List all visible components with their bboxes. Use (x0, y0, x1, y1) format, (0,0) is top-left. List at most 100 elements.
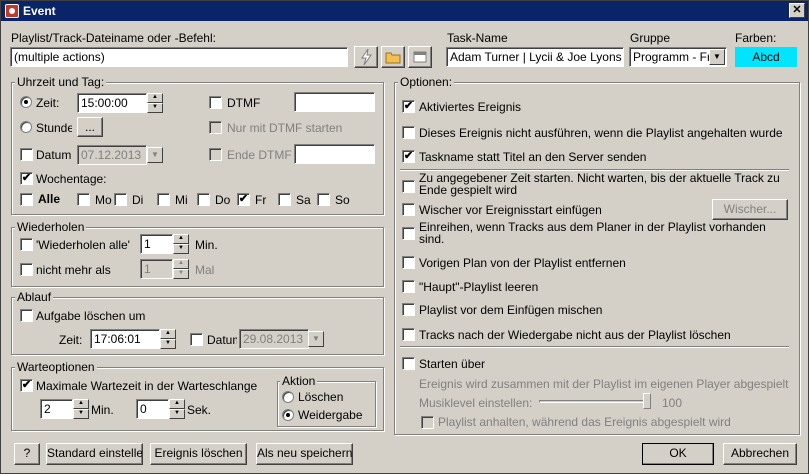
wochentage-label: Wochentage: (36, 172, 107, 186)
option-label: Aktiviertes Ereignis (419, 100, 522, 114)
ablauf-zeit-spinner[interactable]: ▲ ▼ (160, 329, 176, 349)
weekday-label: So (335, 193, 350, 207)
help-button[interactable]: ? (14, 443, 40, 465)
nur-dtmf-label: Nur mit DTMF starten (227, 121, 343, 135)
nicht-mehr-spinner[interactable]: ▲ ▼ (173, 259, 189, 279)
warte-min-spinner[interactable]: ▲ ▼ (73, 399, 89, 419)
weekday-label: Sa (296, 193, 311, 207)
ende-dtmf-checkbox[interactable] (209, 148, 222, 161)
ende-dtmf-input[interactable] (294, 144, 375, 164)
color-swatch[interactable]: Abcd (735, 47, 797, 67)
option-checkbox[interactable] (402, 256, 415, 269)
maximale-wartezeit-checkbox[interactable]: ✔ (20, 379, 33, 392)
ablauf-datum-input[interactable]: 29.08.2013 (239, 329, 309, 349)
zeit-radio[interactable] (20, 96, 32, 108)
ablauf-datum-label: Datum (207, 333, 237, 347)
warte-sek-unit: Sek. (187, 403, 212, 417)
nur-dtmf-checkbox[interactable] (209, 121, 222, 134)
playlist-anhalten-label: Playlist anhalten, während das Ereignis … (438, 415, 731, 429)
loeschen-radio[interactable] (282, 391, 294, 403)
starten-ueber-label: Starten über (419, 357, 486, 371)
musiklevel-label: Musiklevel einstellen: (419, 396, 533, 410)
musiklevel-slider-thumb[interactable] (643, 393, 651, 409)
playlist-anhalten-checkbox[interactable] (421, 416, 434, 429)
weekday-checkbox-sa[interactable] (278, 193, 291, 206)
option-label: Vorigen Plan von der Playlist entfernen (419, 256, 626, 270)
optionen-legend: Optionen: (398, 75, 455, 89)
calendar-dropdown-icon[interactable]: ▼ (147, 147, 163, 163)
datum-checkbox[interactable] (20, 148, 33, 161)
weekday-checkbox-mi[interactable] (157, 193, 170, 206)
wiederholen-alle-unit: Min. (195, 238, 218, 252)
option-checkbox[interactable] (402, 126, 415, 139)
chevron-down-icon[interactable]: ▼ (709, 49, 725, 65)
abbrechen-button[interactable]: Abbrechen (723, 443, 797, 465)
starten-ueber-checkbox[interactable] (402, 357, 415, 370)
standard-einstellen-button[interactable]: Standard einstellen (46, 443, 143, 465)
zu-angegebener-zeit-checkbox[interactable] (402, 180, 415, 193)
warte-min-input[interactable]: 2 (40, 399, 73, 419)
nicht-mehr-input[interactable]: 1 (140, 259, 173, 279)
wiederholen-alle-input[interactable]: 1 (140, 234, 173, 254)
browse-button[interactable] (381, 46, 405, 68)
uhrzeit-legend: Uhrzeit und Tag: (15, 75, 107, 89)
nicht-mehr-label: nicht mehr als (36, 263, 111, 277)
datum-input[interactable]: 07.12.2013 (77, 145, 147, 165)
als-neu-speichern-button[interactable]: Als neu speichern (256, 443, 353, 465)
ablauf-zeit-input[interactable]: 17:06:01 (90, 329, 160, 349)
window-button[interactable] (408, 46, 432, 68)
zeit-label: Zeit: (36, 96, 60, 110)
ok-button[interactable]: OK (642, 443, 714, 465)
option-checkbox[interactable] (402, 328, 415, 341)
calendar-dropdown-icon[interactable]: ▼ (308, 331, 324, 347)
warte-sek-spinner[interactable]: ▲ ▼ (169, 399, 185, 419)
loeschen-label: Löschen (298, 390, 344, 404)
option-checkbox[interactable] (402, 280, 415, 293)
ereignis-loeschen-button[interactable]: Ereignis löschen (150, 443, 247, 465)
warte-sek-input[interactable]: 0 (136, 399, 169, 419)
ablauf-legend: Ablauf (15, 290, 54, 304)
folder-icon (385, 52, 401, 64)
alle-label: Alle (38, 192, 61, 206)
zeit-input[interactable]: 15:00:00 (77, 93, 147, 113)
wischer-checkbox[interactable] (402, 203, 415, 216)
weekday-checkbox-fr[interactable]: ✔ (237, 193, 250, 206)
aufgabe-loeschen-checkbox[interactable] (20, 309, 33, 322)
dtmf-input[interactable] (294, 92, 375, 112)
zeit-spinner[interactable]: ▲ ▼ (147, 93, 163, 113)
wiederholen-alle-spinner[interactable]: ▲ ▼ (173, 234, 189, 254)
weekday-label: Di (132, 193, 144, 207)
stunde-button[interactable]: ... (77, 117, 103, 137)
einreihen-checkbox[interactable] (402, 227, 415, 240)
option-checkbox[interactable]: ✔ (402, 150, 415, 163)
weekday-checkbox-so[interactable] (317, 193, 330, 206)
dtmf-checkbox[interactable] (209, 96, 222, 109)
taskname-input[interactable]: Adam Turner | Lycii & Joe Lyons (446, 47, 624, 67)
lightning-icon (361, 48, 372, 66)
weidergabe-label: Weidergabe (298, 408, 363, 422)
ablauf-zeit-label: Zeit: (59, 333, 83, 347)
stunde-radio[interactable] (20, 121, 32, 133)
command-button[interactable] (354, 46, 378, 68)
weidergabe-radio[interactable] (282, 409, 294, 421)
nicht-mehr-checkbox[interactable] (20, 263, 33, 276)
ereignis-info: Ereignis wird zusammen mit der Playlist … (419, 377, 789, 391)
wiederholen-legend: Wiederholen (15, 220, 87, 234)
option-label: Tracks nach der Wiedergabe nicht aus der… (419, 328, 731, 342)
option-checkbox[interactable] (402, 303, 415, 316)
weekday-checkbox-mo[interactable] (77, 193, 90, 206)
weekday-checkbox-do[interactable] (197, 193, 210, 206)
alle-checkbox[interactable] (20, 193, 33, 206)
ende-dtmf-label: Ende DTMF (227, 148, 292, 162)
wischer-button[interactable]: Wischer... (712, 199, 788, 220)
weekday-checkbox-di[interactable] (114, 193, 127, 206)
taskname-label: Task-Name (447, 31, 508, 45)
playlist-input[interactable]: (multiple actions) (10, 47, 348, 67)
playlist-label: Playlist/Track-Dateiname oder -Befehl: (11, 31, 216, 45)
ablauf-datum-checkbox[interactable] (190, 333, 203, 346)
wiederholen-alle-checkbox[interactable] (20, 238, 33, 251)
close-icon[interactable]: ✕ (789, 3, 805, 18)
musiklevel-slider-track[interactable] (539, 400, 651, 403)
wochentage-checkbox[interactable]: ✔ (20, 172, 33, 185)
option-checkbox[interactable]: ✔ (402, 100, 415, 113)
